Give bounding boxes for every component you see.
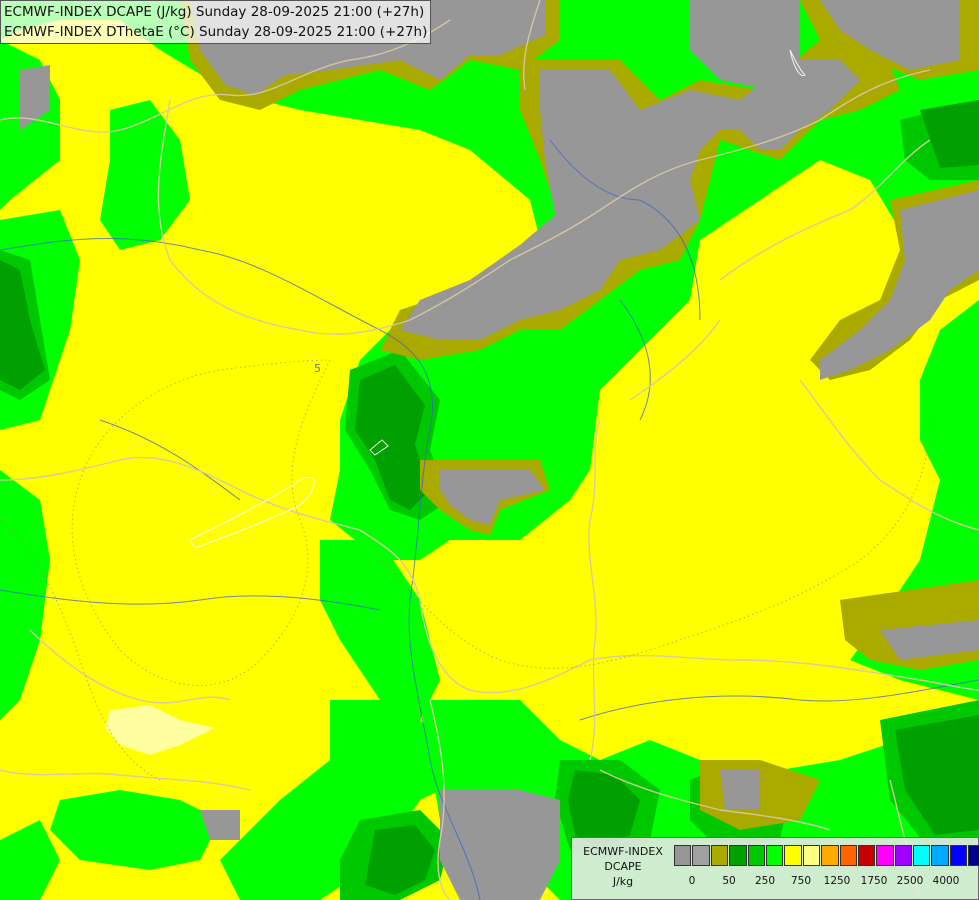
title-dcape: ECMWF-INDEX DCAPE (J/kg) Sunday 28-09-20… (4, 4, 425, 20)
legend-title-model: ECMWF-INDEX (583, 845, 663, 858)
legend-swatch (765, 845, 784, 866)
legend-swatches (674, 845, 979, 866)
legend-swatch (931, 845, 949, 866)
legend-swatch (913, 845, 931, 866)
legend-swatch (894, 845, 913, 866)
legend-swatch (821, 845, 839, 866)
legend-swatch (839, 845, 857, 866)
legend-swatch (710, 845, 729, 866)
legend-swatch (729, 845, 747, 866)
legend-swatch (747, 845, 765, 866)
contour-label: 5 (314, 362, 321, 375)
legend-swatch (674, 845, 692, 866)
dcape-map: 5 (0, 0, 979, 900)
legend-title: ECMWF-INDEX DCAPE J/kg (575, 844, 671, 889)
title-dthetae: ECMWF-INDEX DThetaE (°C) Sunday 28-09-20… (4, 24, 428, 40)
legend-tick-label: 250 (754, 875, 776, 887)
legend-tick-label: 1750 (860, 875, 888, 887)
legend-tick-label: 50 (722, 875, 736, 887)
legend-title-param: DCAPE (604, 860, 642, 873)
legend-swatch (857, 845, 876, 866)
legend-swatch (876, 845, 894, 866)
legend-tick-label: 0 (688, 875, 696, 887)
legend-title-unit: J/kg (612, 875, 634, 888)
legend-swatch (784, 845, 802, 866)
legend-tick-label: 2500 (896, 875, 924, 887)
color-legend: ECMWF-INDEX DCAPE J/kg 0 50 250 750 1250 1750… (571, 837, 979, 900)
legend-tick-label: 4000 (932, 875, 960, 887)
legend-tick-label: 750 (790, 875, 812, 887)
legend-swatch (949, 845, 968, 866)
legend-ticks: 0 50 250 750 1250 1750 2500 4000 (674, 875, 974, 889)
legend-swatch (802, 845, 821, 866)
map-title-box: ECMWF-INDEX DCAPE (J/kg) Sunday 28-09-20… (0, 0, 432, 44)
legend-tick-label: 1250 (823, 875, 851, 887)
legend-swatch (692, 845, 710, 866)
legend-swatch (968, 845, 979, 866)
